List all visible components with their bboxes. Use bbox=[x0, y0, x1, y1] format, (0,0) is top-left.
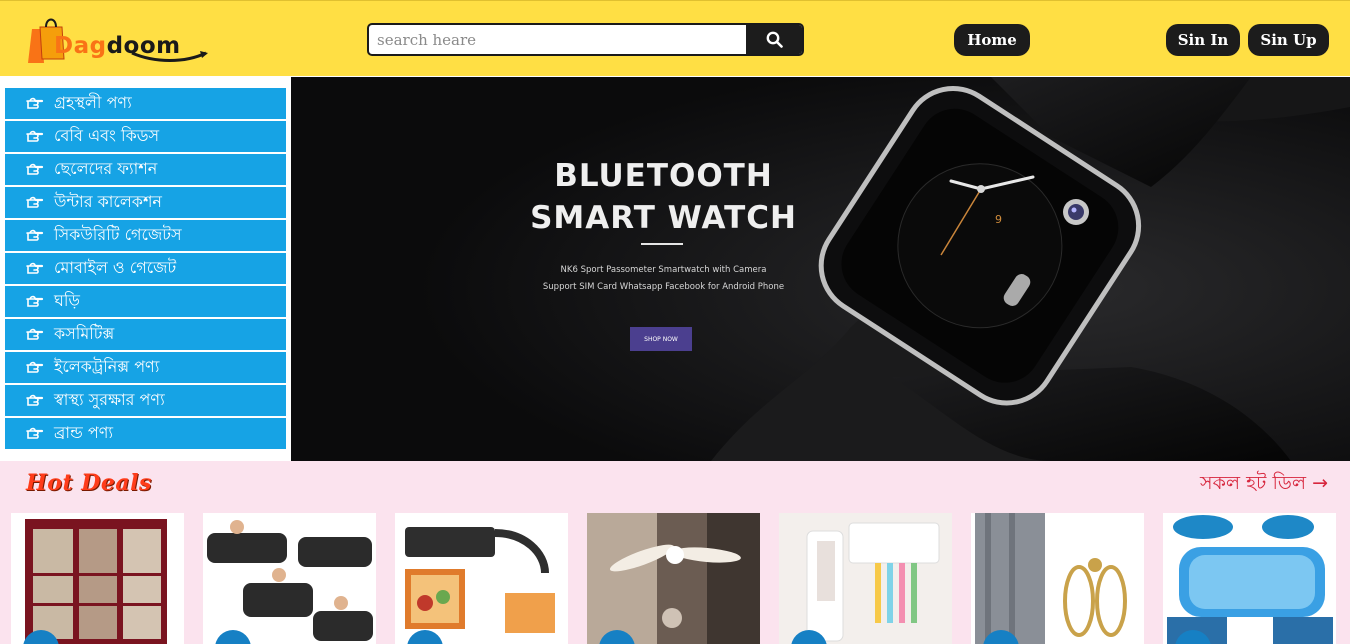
search-input[interactable] bbox=[369, 25, 747, 54]
hot-deals-section: Hot Deals সকল হট ডিল → bbox=[0, 461, 1350, 644]
pointing-hand-icon bbox=[26, 97, 44, 109]
category-item[interactable]: ইলেকট্রনিক্স পণ্য bbox=[5, 352, 286, 383]
banner-title: BLUETOOTH SMART WATCH bbox=[521, 155, 806, 239]
sign-up-button[interactable]: Sin Up bbox=[1248, 24, 1329, 56]
search-bar bbox=[367, 23, 804, 56]
folding-fan-light-image bbox=[587, 513, 760, 644]
header: Dagdoom Home Sin In Sin Up bbox=[0, 0, 1350, 76]
pointing-hand-icon bbox=[26, 328, 44, 340]
category-label: ইলেকট্রনিক্স পণ্য bbox=[54, 357, 160, 376]
product-card-sofa[interactable] bbox=[203, 513, 376, 644]
category-label: গ্রহস্থলী পণ্য bbox=[54, 93, 132, 112]
pointing-hand-icon bbox=[26, 262, 44, 274]
pointing-hand-icon bbox=[26, 295, 44, 307]
toothbrush-holder-image bbox=[779, 513, 952, 644]
category-item[interactable]: ব্রান্ড পণ্য bbox=[5, 418, 286, 449]
pointing-hand-icon bbox=[26, 427, 44, 439]
banner-subtitle: NK6 Sport Passometer Smartwatch with Cam… bbox=[501, 262, 826, 296]
category-label: স্বাস্থ্য সুরক্ষার পণ্য bbox=[54, 390, 165, 409]
home-button[interactable]: Home bbox=[954, 24, 1030, 56]
all-hot-deals-link[interactable]: সকল হট ডিল → bbox=[1200, 469, 1328, 501]
search-icon bbox=[766, 31, 783, 48]
category-item[interactable]: ছেলেদের ফ্যাশন bbox=[5, 154, 286, 185]
category-item[interactable]: কসমিটিক্স bbox=[5, 319, 286, 350]
gel-seat-cushion-image bbox=[1163, 513, 1336, 644]
pointing-hand-icon bbox=[26, 229, 44, 241]
pointing-hand-icon bbox=[26, 163, 44, 175]
curtain-tieback-image bbox=[971, 513, 1144, 644]
category-label: মোবাইল ও গেজেট bbox=[54, 258, 177, 277]
product-card-tieback[interactable] bbox=[971, 513, 1144, 644]
category-label: কসমিটিক্স bbox=[54, 324, 115, 343]
category-label: উন্টার কালেকশন bbox=[54, 192, 162, 211]
product-card-toothbrush[interactable] bbox=[779, 513, 952, 644]
sign-in-button[interactable]: Sin In bbox=[1166, 24, 1240, 56]
wardrobe-image bbox=[11, 513, 184, 644]
banner-subtitle-line2: Support SIM Card Whatsapp Facebook for A… bbox=[542, 282, 785, 292]
site-logo[interactable]: Dagdoom bbox=[26, 13, 212, 65]
category-item[interactable]: উন্টার কালেকশন bbox=[5, 187, 286, 218]
hot-deals-title: Hot Deals bbox=[26, 470, 152, 496]
pointing-hand-icon bbox=[26, 196, 44, 208]
search-button[interactable] bbox=[746, 25, 802, 54]
category-sidebar: গ্রহস্থলী পণ্য বেবি এবং কিডস ছেলেদের ফ্য… bbox=[0, 77, 290, 461]
logo-text-dag: Dag bbox=[54, 33, 107, 59]
category-label: ঘড়ি bbox=[54, 291, 80, 310]
product-card-chopper[interactable] bbox=[395, 513, 568, 644]
category-item[interactable]: মোবাইল ও গেজেট bbox=[5, 253, 286, 284]
category-item[interactable]: স্বাস্থ্য সুরক্ষার পণ্য bbox=[5, 385, 286, 416]
category-label: ছেলেদের ফ্যাশন bbox=[54, 159, 158, 178]
product-card-fan-light[interactable] bbox=[587, 513, 760, 644]
banner-title-line1: BLUETOOTH bbox=[554, 158, 773, 194]
category-item[interactable]: গ্রহস্থলী পণ্য bbox=[5, 88, 286, 119]
svg-text:9: 9 bbox=[995, 213, 1002, 226]
category-item[interactable]: ঘড়ি bbox=[5, 286, 286, 317]
product-card-wardrobe[interactable] bbox=[11, 513, 184, 644]
category-label: সিকউরিটি গেজেটস bbox=[54, 225, 182, 244]
category-label: ব্রান্ড পণ্য bbox=[54, 423, 114, 442]
pointing-hand-icon bbox=[26, 130, 44, 142]
inflatable-sofa-image bbox=[203, 513, 376, 644]
all-hot-deals-label: সকল হট ডিল bbox=[1200, 472, 1307, 494]
banner-subtitle-line1: NK6 Sport Passometer Smartwatch with Cam… bbox=[560, 265, 767, 275]
product-card-cushion[interactable] bbox=[1163, 513, 1336, 644]
hero-banner[interactable]: 9 BLUETOOTH SMART WATCH NK6 Sport Passom… bbox=[291, 77, 1350, 461]
vegetable-chopper-image bbox=[395, 513, 568, 644]
pointing-hand-icon bbox=[26, 394, 44, 406]
banner-divider bbox=[641, 243, 683, 245]
category-label: বেবি এবং কিডস bbox=[54, 126, 160, 145]
pointing-hand-icon bbox=[26, 361, 44, 373]
logo-smile-swoosh bbox=[131, 51, 208, 62]
arrow-right-icon: → bbox=[1312, 472, 1328, 494]
category-item[interactable]: বেবি এবং কিডস bbox=[5, 121, 286, 152]
shop-now-button[interactable]: SHOP NOW bbox=[630, 327, 692, 351]
banner-title-line2: SMART WATCH bbox=[530, 200, 797, 236]
category-item[interactable]: সিকউরিটি গেজেটস bbox=[5, 220, 286, 251]
